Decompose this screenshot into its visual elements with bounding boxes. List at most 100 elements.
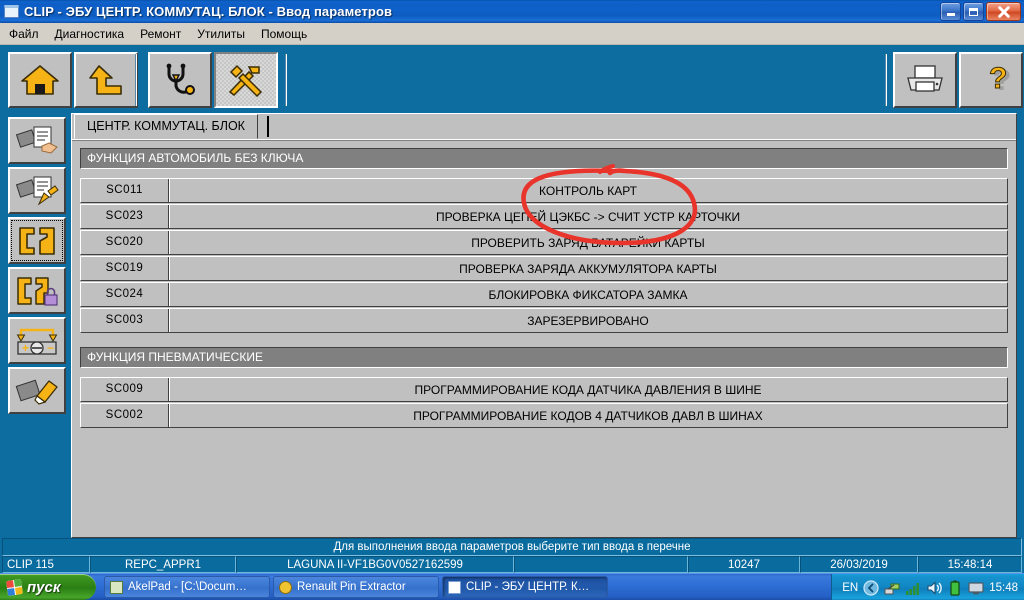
- table-row[interactable]: SC011 КОНТРОЛЬ КАРТ: [80, 178, 1008, 203]
- toolbar: ? ?: [0, 45, 1024, 115]
- taskbar-item-renault-pin-extractor[interactable]: Renault Pin Extractor: [273, 576, 439, 598]
- table-row[interactable]: SC003 ЗАРЕЗЕРВИРОВАНО: [80, 308, 1008, 333]
- row-label: ПРОВЕРКА ЦЕПЕЙ ЦЭКБС -> СЧИТ УСТР КАРТОЧ…: [435, 209, 741, 224]
- diagnostics-button[interactable]: [148, 52, 212, 108]
- windows-flag-icon: [6, 578, 23, 596]
- client-panel: ЦЕНТР. КОММУТАЦ. БЛОК ФУНКЦИЯ АВТОМОБИЛЬ…: [71, 113, 1017, 538]
- table-row[interactable]: SC024 БЛОКИРОВКА ФИКСАТОРА ЗАМКА: [80, 282, 1008, 307]
- status-time: 15:48:14: [918, 556, 1022, 573]
- row-label: ПРОВЕРИТЬ ЗАРЯД БАТАРЕЙКИ КАРТЫ: [471, 235, 705, 250]
- network-icon[interactable]: [884, 580, 900, 596]
- svg-text:−: −: [47, 341, 54, 355]
- minimize-icon: [946, 13, 955, 16]
- chip-write-icon: [15, 176, 59, 205]
- row-label: БЛОКИРОВКА ФИКСАТОРА ЗАМКА: [488, 287, 688, 302]
- sidebar-item-battery[interactable]: + −: [8, 317, 66, 364]
- title-bar: CLIP - ЭБУ ЦЕНТР. КОММУТАЦ. БЛОК - Ввод …: [0, 0, 1024, 23]
- row-label: КОНТРОЛЬ КАРТ: [539, 183, 637, 198]
- menu-bar: Файл Диагностика Ремонт Утилиты Помощь: [0, 23, 1024, 45]
- minimize-button[interactable]: [940, 2, 961, 21]
- row-label: ПРОВЕРКА ЗАРЯДА АККУМУЛЯТОРА КАРТЫ: [459, 261, 717, 276]
- status-app-version: CLIP 115: [2, 556, 90, 573]
- sidebar-item-locked-config[interactable]: [8, 267, 66, 314]
- tab-caret: [267, 116, 269, 137]
- chip-connector-icon: [19, 226, 55, 255]
- row-code: SC003: [81, 309, 169, 332]
- status-bar: CLIP 115 REPC_APPR1 LAGUNA II-VF1BG0V052…: [2, 556, 1022, 573]
- status-counter: 10247: [688, 556, 800, 573]
- taskbar: пуск AkelPad - [C:\Docum… Renault Pin Ex…: [0, 573, 1024, 600]
- table-row[interactable]: SC002 ПРОГРАММИРОВАНИЕ КОДОВ 4 ДАТЧИКОВ …: [80, 403, 1008, 428]
- menu-item-diagnostics[interactable]: Диагностика: [48, 25, 132, 43]
- taskbar-item-label: AkelPad - [C:\Docum…: [128, 581, 247, 593]
- close-button[interactable]: [986, 2, 1021, 21]
- system-tray: EN 15:48: [831, 574, 1024, 600]
- arrow-up-icon: [89, 65, 122, 95]
- sidebar-item-write-config[interactable]: [8, 167, 66, 214]
- message-bar: Для выполнения ввода параметров выберите…: [2, 538, 1022, 556]
- maximize-icon: [969, 7, 978, 16]
- chip-read-icon: [15, 126, 58, 154]
- display-icon[interactable]: [968, 580, 984, 596]
- section-header-pneumatic: ФУНКЦИЯ ПНЕВМАТИЧЕСКИЕ: [80, 347, 1008, 368]
- status-spacer: [514, 556, 688, 573]
- status-vehicle: LAGUNA II-VF1BG0V0527162599: [236, 556, 514, 573]
- table-row[interactable]: SC019 ПРОВЕРКА ЗАРЯДА АККУМУЛЯТОРА КАРТЫ: [80, 256, 1008, 281]
- home-icon: [21, 65, 59, 95]
- status-date: 26/03/2019: [800, 556, 918, 573]
- back-up-button[interactable]: [74, 52, 138, 108]
- menu-item-help[interactable]: Помощь: [254, 25, 314, 43]
- tools-button[interactable]: [214, 52, 278, 108]
- chip-lock-icon: [17, 276, 58, 306]
- row-label: ЗАРЕЗЕРВИРОВАНО: [527, 313, 649, 328]
- printer-icon: [907, 65, 943, 92]
- chevron-left-icon[interactable]: [863, 579, 879, 596]
- svg-text:?: ?: [989, 62, 1007, 95]
- row-code: SC011: [81, 179, 169, 202]
- sidebar-item-parameter-entry[interactable]: [8, 217, 66, 264]
- taskbar-item-label: Renault Pin Extractor: [297, 581, 406, 593]
- battery-icon[interactable]: [947, 580, 963, 596]
- row-code: SC019: [81, 257, 169, 280]
- tray-clock[interactable]: 15:48: [989, 582, 1018, 594]
- signal-icon[interactable]: [905, 580, 921, 596]
- window-title: CLIP - ЭБУ ЦЕНТР. КОММУТАЦ. БЛОК - Ввод …: [24, 4, 393, 19]
- table-row[interactable]: SC023 ПРОВЕРКА ЦЕПЕЙ ЦЭКБС -> СЧИТ УСТР …: [80, 204, 1008, 229]
- chip-erase-icon: [15, 379, 58, 405]
- function-list: ФУНКЦИЯ АВТОМОБИЛЬ БЕЗ КЛЮЧА SC011 КОНТР…: [80, 148, 1008, 531]
- row-code: SC024: [81, 283, 169, 306]
- print-button[interactable]: [893, 52, 957, 108]
- table-row[interactable]: SC020 ПРОВЕРИТЬ ЗАРЯД БАТАРЕЙКИ КАРТЫ: [80, 230, 1008, 255]
- sidebar-item-chip-erase[interactable]: [8, 367, 66, 414]
- battery-icon: + −: [16, 328, 58, 355]
- menu-item-utilities[interactable]: Утилиты: [190, 25, 252, 43]
- taskbar-item-akelpad[interactable]: AkelPad - [C:\Docum…: [104, 576, 270, 598]
- volume-icon[interactable]: [926, 580, 943, 596]
- stethoscope-icon: [166, 63, 195, 95]
- tab-central-switching-unit[interactable]: ЦЕНТР. КОММУТАЦ. БЛОК: [74, 114, 258, 139]
- start-button-label: пуск: [27, 578, 61, 596]
- language-indicator[interactable]: EN: [842, 582, 858, 594]
- window-controls: [940, 2, 1021, 21]
- help-button[interactable]: ? ?: [959, 52, 1023, 108]
- window-icon: [448, 580, 461, 594]
- window-icon: [4, 5, 19, 18]
- close-icon: [997, 5, 1010, 18]
- taskbar-item-clip[interactable]: CLIP - ЭБУ ЦЕНТР. К…: [442, 576, 608, 598]
- taskbar-item-label: CLIP - ЭБУ ЦЕНТР. К…: [466, 581, 590, 593]
- sidebar-item-read-config[interactable]: [8, 117, 66, 164]
- tab-divider: [72, 139, 1016, 141]
- table-row[interactable]: SC009 ПРОГРАММИРОВАНИЕ КОДА ДАТЧИКА ДАВЛ…: [80, 377, 1008, 402]
- sidebar: + −: [8, 117, 66, 417]
- tools-icon: [228, 64, 263, 97]
- menu-item-file[interactable]: Файл: [2, 25, 46, 43]
- row-code: SC023: [81, 205, 169, 228]
- notepad-icon: [110, 580, 123, 594]
- tab-strip: ЦЕНТР. КОММУТАЦ. БЛОК: [72, 114, 1016, 140]
- start-button[interactable]: пуск: [0, 574, 96, 600]
- maximize-button[interactable]: [963, 2, 984, 21]
- row-label: ПРОГРАММИРОВАНИЕ КОДОВ 4 ДАТЧИКОВ ДАВЛ В…: [413, 408, 763, 423]
- menu-item-repair[interactable]: Ремонт: [133, 25, 188, 43]
- home-button[interactable]: [8, 52, 72, 108]
- section-header-keyless: ФУНКЦИЯ АВТОМОБИЛЬ БЕЗ КЛЮЧА: [80, 148, 1008, 169]
